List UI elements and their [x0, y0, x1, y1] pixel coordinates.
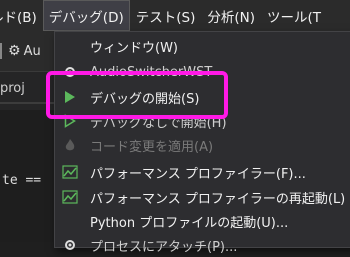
menu-item-apply-code-changes[interactable]: コード変更を適用(A) — [55, 133, 350, 157]
menu-test[interactable]: テスト(S) — [130, 0, 202, 31]
menu-item-label: プロセスにアタッチ(P)... — [90, 239, 238, 255]
menu-item-attach-to-process[interactable]: プロセスにアタッチ(P)... — [55, 233, 350, 257]
menu-item-python-profiler[interactable]: Python プロファイルの起動(U)... — [55, 209, 350, 233]
menu-debug[interactable]: デバッグ(D) — [42, 0, 130, 31]
menu-item-label: ウィンドウ(W) — [90, 40, 178, 56]
menu-item-label: パフォーマンス プロファイラー(F)... — [90, 166, 306, 182]
menu-item-label: パフォーマンス プロファイラーの再起動(L) — [90, 191, 346, 207]
code-line: te == — [2, 173, 42, 188]
toolbar-separator — [0, 43, 2, 59]
menu-item-restart-profiler[interactable]: パフォーマンス プロファイラーの再起動(L) — [55, 185, 350, 209]
gear-icon — [62, 237, 78, 253]
debug-menu-dropdown: ウィンドウ(W) AudioSwitcherWST デバッグの開始(S) デバッ… — [54, 31, 350, 255]
menu-bar: ルド(B) デバッグ(D) テスト(S) 分析(N) ツール(T — [0, 0, 350, 31]
menu-tools[interactable]: ツール(T — [261, 0, 327, 31]
performance-chart-icon — [62, 164, 78, 180]
menu-build[interactable]: ルド(B) — [0, 0, 43, 31]
menu-analyze[interactable]: 分析(N) — [201, 0, 261, 31]
menu-item-performance-profiler[interactable]: パフォーマンス プロファイラー(F)... — [55, 160, 350, 184]
gear-icon[interactable]: ⚙ — [8, 43, 21, 59]
performance-chart-icon — [62, 189, 78, 205]
menu-item-label: コード変更を適用(A) — [90, 139, 214, 155]
menu-item-label: Python プロファイルの起動(U)... — [90, 215, 289, 231]
menu-item-window[interactable]: ウィンドウ(W) — [55, 34, 350, 58]
flame-icon — [62, 137, 78, 153]
project-tab[interactable]: proj — [0, 81, 25, 96]
highlight-box — [46, 71, 228, 119]
toolbar: ⚙ Au — [0, 31, 60, 71]
toolbar-target-label[interactable]: Au — [24, 44, 41, 59]
code-editor[interactable]: te == — [0, 110, 60, 242]
